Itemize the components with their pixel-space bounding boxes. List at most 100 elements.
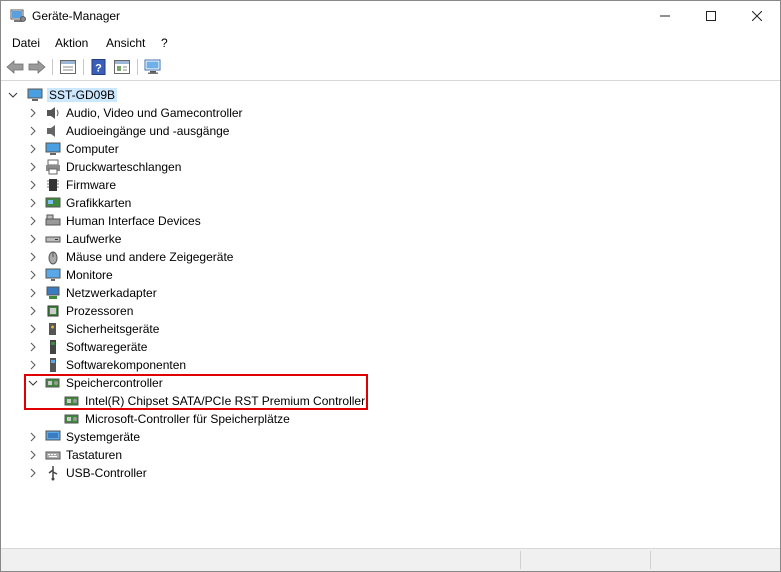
chevron-right-icon[interactable] xyxy=(28,122,38,140)
chevron-right-icon[interactable] xyxy=(28,230,38,248)
menu-help[interactable]: ? xyxy=(161,36,168,50)
view-icon xyxy=(114,60,130,74)
tree-category-label: Laufwerke xyxy=(66,232,122,246)
tree-category-computer[interactable]: Computer xyxy=(1,140,780,158)
tree-category-firmware[interactable]: Firmware xyxy=(1,176,780,194)
mouse-icon xyxy=(48,251,58,265)
device-manager-app-icon xyxy=(10,9,26,22)
toolbar-separator xyxy=(52,59,53,75)
tree-category-label: Prozessoren xyxy=(66,304,134,318)
system-device-icon xyxy=(45,430,61,441)
chevron-right-icon[interactable] xyxy=(28,176,38,194)
tree-category-human-interface-devices[interactable]: Human Interface Devices xyxy=(1,212,780,230)
tree-category-label: Grafikkarten xyxy=(66,196,132,210)
device-manager-window: Geräte-Manager Datei Aktion Ansicht ? ? xyxy=(0,0,781,572)
chevron-right-icon[interactable] xyxy=(28,338,38,356)
monitor-icon xyxy=(45,268,61,281)
title-bar[interactable]: Geräte-Manager xyxy=(1,1,780,32)
security-icon xyxy=(49,323,56,335)
printer-icon xyxy=(46,159,60,175)
tree-category-tastaturen[interactable]: Tastaturen xyxy=(1,446,780,464)
tree-category-softwarekomponenten[interactable]: Softwarekomponenten xyxy=(1,356,780,374)
chevron-right-icon[interactable] xyxy=(28,446,38,464)
tree-category-monitore[interactable]: Monitore xyxy=(1,266,780,284)
tree-category-label: Tastaturen xyxy=(66,448,123,462)
tree-category-label: Softwarekomponenten xyxy=(66,358,187,372)
maximize-button[interactable] xyxy=(688,1,734,31)
tree-category-label: Monitore xyxy=(66,268,113,282)
tree-category-netzwerkadapter[interactable]: Netzwerkadapter xyxy=(1,284,780,302)
chevron-down-icon[interactable] xyxy=(8,86,18,104)
tree-root[interactable]: SST-GD09B xyxy=(1,86,780,104)
tree-category-label: Softwaregeräte xyxy=(66,340,148,354)
menu-datei[interactable]: Datei xyxy=(12,36,40,50)
device-tree: SST-GD09B Audio, Video und Gamecontroller… xyxy=(1,82,780,546)
tree-category-label: Netzwerkadapter xyxy=(66,286,157,300)
forward-button[interactable] xyxy=(27,58,47,76)
toolbar-separator xyxy=(137,59,138,75)
storage-controller-icon xyxy=(64,414,79,424)
tree-category-usb-controller[interactable]: USB-Controller xyxy=(1,464,780,482)
chevron-right-icon[interactable] xyxy=(28,248,38,266)
tree-category-systemgeräte[interactable]: Systemgeräte xyxy=(1,428,780,446)
scan-hardware-button[interactable] xyxy=(143,58,163,76)
network-icon xyxy=(46,286,60,299)
tree-category-grafikkarten[interactable]: Grafikkarten xyxy=(1,194,780,212)
maximize-icon xyxy=(706,11,716,21)
chevron-right-icon[interactable] xyxy=(28,212,38,230)
chevron-right-icon[interactable] xyxy=(28,464,38,482)
highlight-annotation xyxy=(24,374,368,410)
computer-icon xyxy=(27,88,43,101)
chevron-right-icon[interactable] xyxy=(28,356,38,374)
tree-category-softwaregeräte[interactable]: Softwaregeräte xyxy=(1,338,780,356)
drive-icon xyxy=(45,236,61,243)
properties-button[interactable] xyxy=(58,58,78,76)
software-device-icon xyxy=(50,340,56,354)
chevron-right-icon[interactable] xyxy=(28,320,38,338)
status-cell xyxy=(521,551,651,569)
tree-category-mäuse-und-andere-zeigegeräte[interactable]: Mäuse und andere Zeigegeräte xyxy=(1,248,780,266)
software-component-icon xyxy=(50,358,56,372)
tree-category-prozessoren[interactable]: Prozessoren xyxy=(1,302,780,320)
view-button[interactable] xyxy=(112,58,132,76)
chevron-right-icon[interactable] xyxy=(28,104,38,122)
chevron-right-icon[interactable] xyxy=(28,140,38,158)
audio-video-icon xyxy=(47,107,59,119)
status-cell xyxy=(1,551,521,569)
close-button[interactable] xyxy=(734,1,780,31)
tree-category-sicherheitsgeräte[interactable]: Sicherheitsgeräte xyxy=(1,320,780,338)
chevron-right-icon[interactable] xyxy=(28,428,38,446)
back-button[interactable] xyxy=(5,58,25,76)
tree-device-label: Microsoft-Controller für Speicherplätze xyxy=(85,412,290,426)
speaker-icon xyxy=(47,125,55,137)
tree-category-laufwerke[interactable]: Laufwerke xyxy=(1,230,780,248)
tree-category-label: Firmware xyxy=(66,178,116,192)
tree-category-audio-video-und-gamecontroller[interactable]: Audio, Video und Gamecontroller xyxy=(1,104,780,122)
properties-icon xyxy=(60,60,76,74)
tree-category-druckwarteschlangen[interactable]: Druckwarteschlangen xyxy=(1,158,780,176)
toolbar: ? xyxy=(1,54,780,81)
chevron-right-icon[interactable] xyxy=(28,284,38,302)
chevron-right-icon[interactable] xyxy=(28,302,38,320)
tree-category-label: Systemgeräte xyxy=(66,430,141,444)
chevron-right-icon[interactable] xyxy=(28,266,38,284)
menu-bar: Datei Aktion Ansicht ? xyxy=(1,33,780,53)
status-bar xyxy=(1,548,780,571)
toolbar-separator xyxy=(83,59,84,75)
chevron-right-icon[interactable] xyxy=(28,158,38,176)
tree-category-label: Computer xyxy=(66,142,119,156)
tree-category-label: Audioeingänge und -ausgänge xyxy=(66,124,230,138)
tree-category-label: Mäuse und andere Zeigegeräte xyxy=(66,250,234,264)
tree-category-audioeingänge-und-ausgänge[interactable]: Audioeingänge und -ausgänge xyxy=(1,122,780,140)
tree-category-label: Human Interface Devices xyxy=(66,214,201,228)
menu-ansicht[interactable]: Ansicht xyxy=(106,36,145,50)
menu-aktion[interactable]: Aktion xyxy=(55,36,88,50)
hid-icon xyxy=(45,214,61,226)
minimize-icon xyxy=(660,15,670,17)
monitor-scan-icon xyxy=(144,59,161,74)
help-button[interactable]: ? xyxy=(89,58,109,76)
display-adapter-icon xyxy=(45,197,61,208)
tree-device-microsoft-controller-für-speicherplätze[interactable]: Microsoft-Controller für Speicherplätze xyxy=(1,410,780,428)
minimize-button[interactable] xyxy=(642,1,688,31)
chevron-right-icon[interactable] xyxy=(28,194,38,212)
